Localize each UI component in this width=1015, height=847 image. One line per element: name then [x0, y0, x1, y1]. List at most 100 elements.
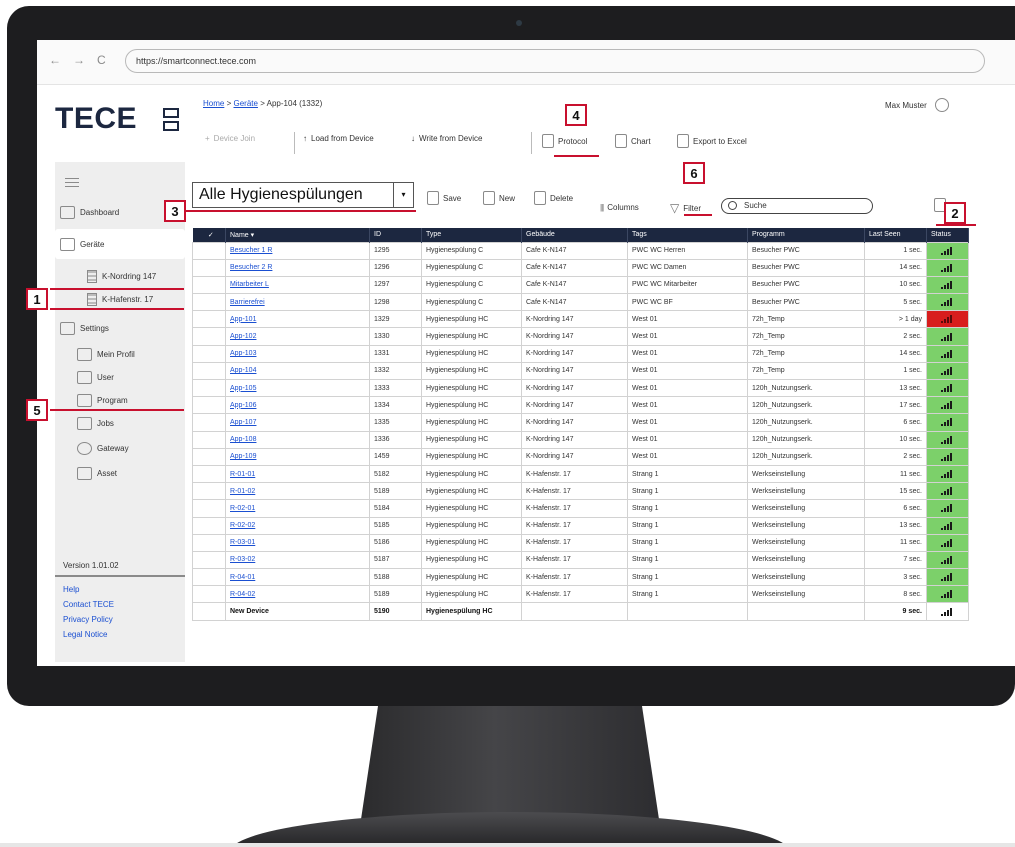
- cell-name[interactable]: Mitarbeiter L: [225, 275, 370, 295]
- cell-name[interactable]: Barrierefrei: [225, 293, 370, 312]
- table-row[interactable]: R-01-01 5182 Hygienespülung HC K-Hafenstr. …: [192, 464, 969, 484]
- filter-button[interactable]: ▽ Filter: [670, 201, 701, 215]
- row-checkbox[interactable]: [192, 378, 226, 398]
- new-view-button[interactable]: New: [483, 191, 515, 205]
- user-menu[interactable]: Max Muster: [885, 98, 949, 112]
- cell-name[interactable]: App-107: [225, 413, 370, 432]
- table-row[interactable]: R-04-01 5188 Hygienespülung HC K-Hafenstr. …: [192, 568, 969, 587]
- cell-name[interactable]: R-03-02: [225, 550, 370, 570]
- row-checkbox[interactable]: [192, 499, 226, 518]
- row-checkbox[interactable]: [192, 430, 226, 449]
- table-row[interactable]: R-02-01 5184 Hygienespülung HC K-Hafenstr. …: [192, 499, 969, 518]
- column-header-id[interactable]: ID: [369, 228, 422, 242]
- address-bar[interactable]: https://smartconnect.tece.com: [125, 49, 985, 73]
- table-row[interactable]: R-02-02 5185 Hygienespülung HC K-Hafenstr. …: [192, 516, 969, 535]
- sidebar-item-jobs[interactable]: Jobs: [77, 417, 114, 430]
- row-checkbox[interactable]: [192, 550, 226, 570]
- row-checkbox[interactable]: [192, 293, 226, 312]
- row-checkbox[interactable]: [192, 344, 226, 363]
- caret-down-icon[interactable]: ▾: [393, 183, 413, 207]
- cell-name[interactable]: R-02-02: [225, 516, 370, 535]
- table-row[interactable]: App-105 1333 Hygienespülung HC K-Nordring 1…: [192, 378, 969, 398]
- cell-name[interactable]: App-108: [225, 430, 370, 449]
- table-row[interactable]: R-01-02 5189 Hygienespülung HC K-Hafenstr. …: [192, 482, 969, 501]
- table-row[interactable]: R-03-02 5187 Hygienespülung HC K-Hafenstr. …: [192, 550, 969, 570]
- column-header-last-seen[interactable]: Last Seen: [864, 228, 927, 242]
- row-checkbox[interactable]: [192, 361, 226, 381]
- privacy-link[interactable]: Privacy Policy: [63, 615, 113, 624]
- cell-name[interactable]: R-03-01: [225, 533, 370, 552]
- reload-icon[interactable]: C: [97, 53, 106, 67]
- table-row[interactable]: New Device 5190 Hygienespülung HC 9 sec.: [192, 602, 969, 621]
- row-checkbox[interactable]: [192, 482, 226, 501]
- sidebar-item-k-nordring[interactable]: K-Nordring 147: [87, 270, 156, 283]
- row-checkbox[interactable]: [192, 585, 226, 604]
- breadcrumb-devices[interactable]: Geräte: [233, 99, 257, 108]
- cell-name[interactable]: App-106: [225, 396, 370, 415]
- write-from-device-button[interactable]: ↓ Write from Device: [411, 134, 482, 143]
- forward-icon[interactable]: →: [73, 53, 85, 67]
- column-header-name[interactable]: Name ▾: [225, 228, 370, 242]
- table-row[interactable]: App-101 1329 Hygienespülung HC K-Nordring 1…: [192, 310, 969, 329]
- cell-name[interactable]: App-101: [225, 310, 370, 329]
- row-checkbox[interactable]: [192, 275, 226, 295]
- sidebar-item-asset[interactable]: Asset: [77, 467, 117, 480]
- chart-button[interactable]: Chart: [615, 134, 651, 148]
- column-header-building[interactable]: Gebäude: [521, 228, 628, 242]
- cell-name[interactable]: App-104: [225, 361, 370, 381]
- row-checkbox[interactable]: [192, 464, 226, 484]
- row-checkbox[interactable]: [192, 327, 226, 346]
- cell-name[interactable]: App-102: [225, 327, 370, 346]
- view-selector[interactable]: Alle Hygienespülungen ▾: [192, 182, 414, 208]
- export-excel-button[interactable]: Export to Excel: [677, 134, 747, 148]
- cell-name[interactable]: R-01-01: [225, 464, 370, 484]
- column-header-tags[interactable]: Tags: [627, 228, 748, 242]
- table-row[interactable]: App-106 1334 Hygienespülung HC K-Nordring 1…: [192, 396, 969, 415]
- row-checkbox[interactable]: [192, 310, 226, 329]
- cell-name[interactable]: App-103: [225, 344, 370, 363]
- row-checkbox[interactable]: [192, 258, 226, 277]
- table-row[interactable]: R-03-01 5186 Hygienespülung HC K-Hafenstr. …: [192, 533, 969, 552]
- help-link[interactable]: Help: [63, 585, 79, 594]
- menu-icon[interactable]: [65, 178, 79, 190]
- table-row[interactable]: App-103 1331 Hygienespülung HC K-Nordring 1…: [192, 344, 969, 363]
- table-row[interactable]: App-108 1336 Hygienespülung HC K-Nordring 1…: [192, 430, 969, 449]
- contact-link[interactable]: Contact TECE: [63, 600, 114, 609]
- cell-name[interactable]: App-105: [225, 378, 370, 398]
- search-input[interactable]: Suche: [721, 198, 873, 214]
- breadcrumb-home[interactable]: Home: [203, 99, 224, 108]
- back-icon[interactable]: ←: [49, 53, 61, 67]
- cell-name[interactable]: Besucher 1 R: [225, 241, 370, 260]
- sidebar-item-program[interactable]: Program: [77, 394, 128, 407]
- row-checkbox[interactable]: [192, 396, 226, 415]
- row-checkbox[interactable]: [192, 413, 226, 432]
- cell-name[interactable]: R-02-01: [225, 499, 370, 518]
- column-header-program[interactable]: Programm: [747, 228, 865, 242]
- sidebar-item-user[interactable]: User: [77, 371, 114, 384]
- row-checkbox[interactable]: [192, 568, 226, 587]
- sidebar-item-gateway[interactable]: Gateway: [77, 442, 129, 455]
- table-row[interactable]: App-109 1459 Hygienespülung HC K-Nordring 1…: [192, 447, 969, 466]
- sidebar-item-k-hafenstr[interactable]: K-Hafenstr. 17: [87, 293, 153, 306]
- row-checkbox[interactable]: [192, 241, 226, 260]
- device-join-button[interactable]: + Device Join: [205, 134, 255, 143]
- cell-name[interactable]: R-01-02: [225, 482, 370, 501]
- legal-link[interactable]: Legal Notice: [63, 630, 107, 639]
- sidebar-item-settings[interactable]: Settings: [60, 322, 109, 335]
- table-row[interactable]: Mitarbeiter L 1297 Hygienespülung C Cafe K-…: [192, 275, 969, 295]
- table-row[interactable]: R-04-02 5189 Hygienespülung HC K-Hafenstr. …: [192, 585, 969, 604]
- row-checkbox[interactable]: [192, 602, 226, 621]
- row-checkbox[interactable]: [192, 516, 226, 535]
- row-checkbox[interactable]: [192, 447, 226, 466]
- select-all-checkbox[interactable]: ✓: [192, 228, 226, 242]
- table-row[interactable]: App-104 1332 Hygienespülung HC K-Nordring 1…: [192, 361, 969, 381]
- table-row[interactable]: App-102 1330 Hygienespülung HC K-Nordring 1…: [192, 327, 969, 346]
- column-header-type[interactable]: Type: [421, 228, 522, 242]
- row-checkbox[interactable]: [192, 533, 226, 552]
- table-row[interactable]: Besucher 2 R 1296 Hygienespülung C Cafe K-N…: [192, 258, 969, 277]
- save-view-button[interactable]: Save: [427, 191, 461, 205]
- sidebar-item-mein-profil[interactable]: Mein Profil: [77, 348, 135, 361]
- table-row[interactable]: Besucher 1 R 1295 Hygienespülung C Cafe K-N…: [192, 241, 969, 260]
- table-row[interactable]: App-107 1335 Hygienespülung HC K-Nordring 1…: [192, 413, 969, 432]
- protocol-button[interactable]: Protocol: [542, 134, 587, 148]
